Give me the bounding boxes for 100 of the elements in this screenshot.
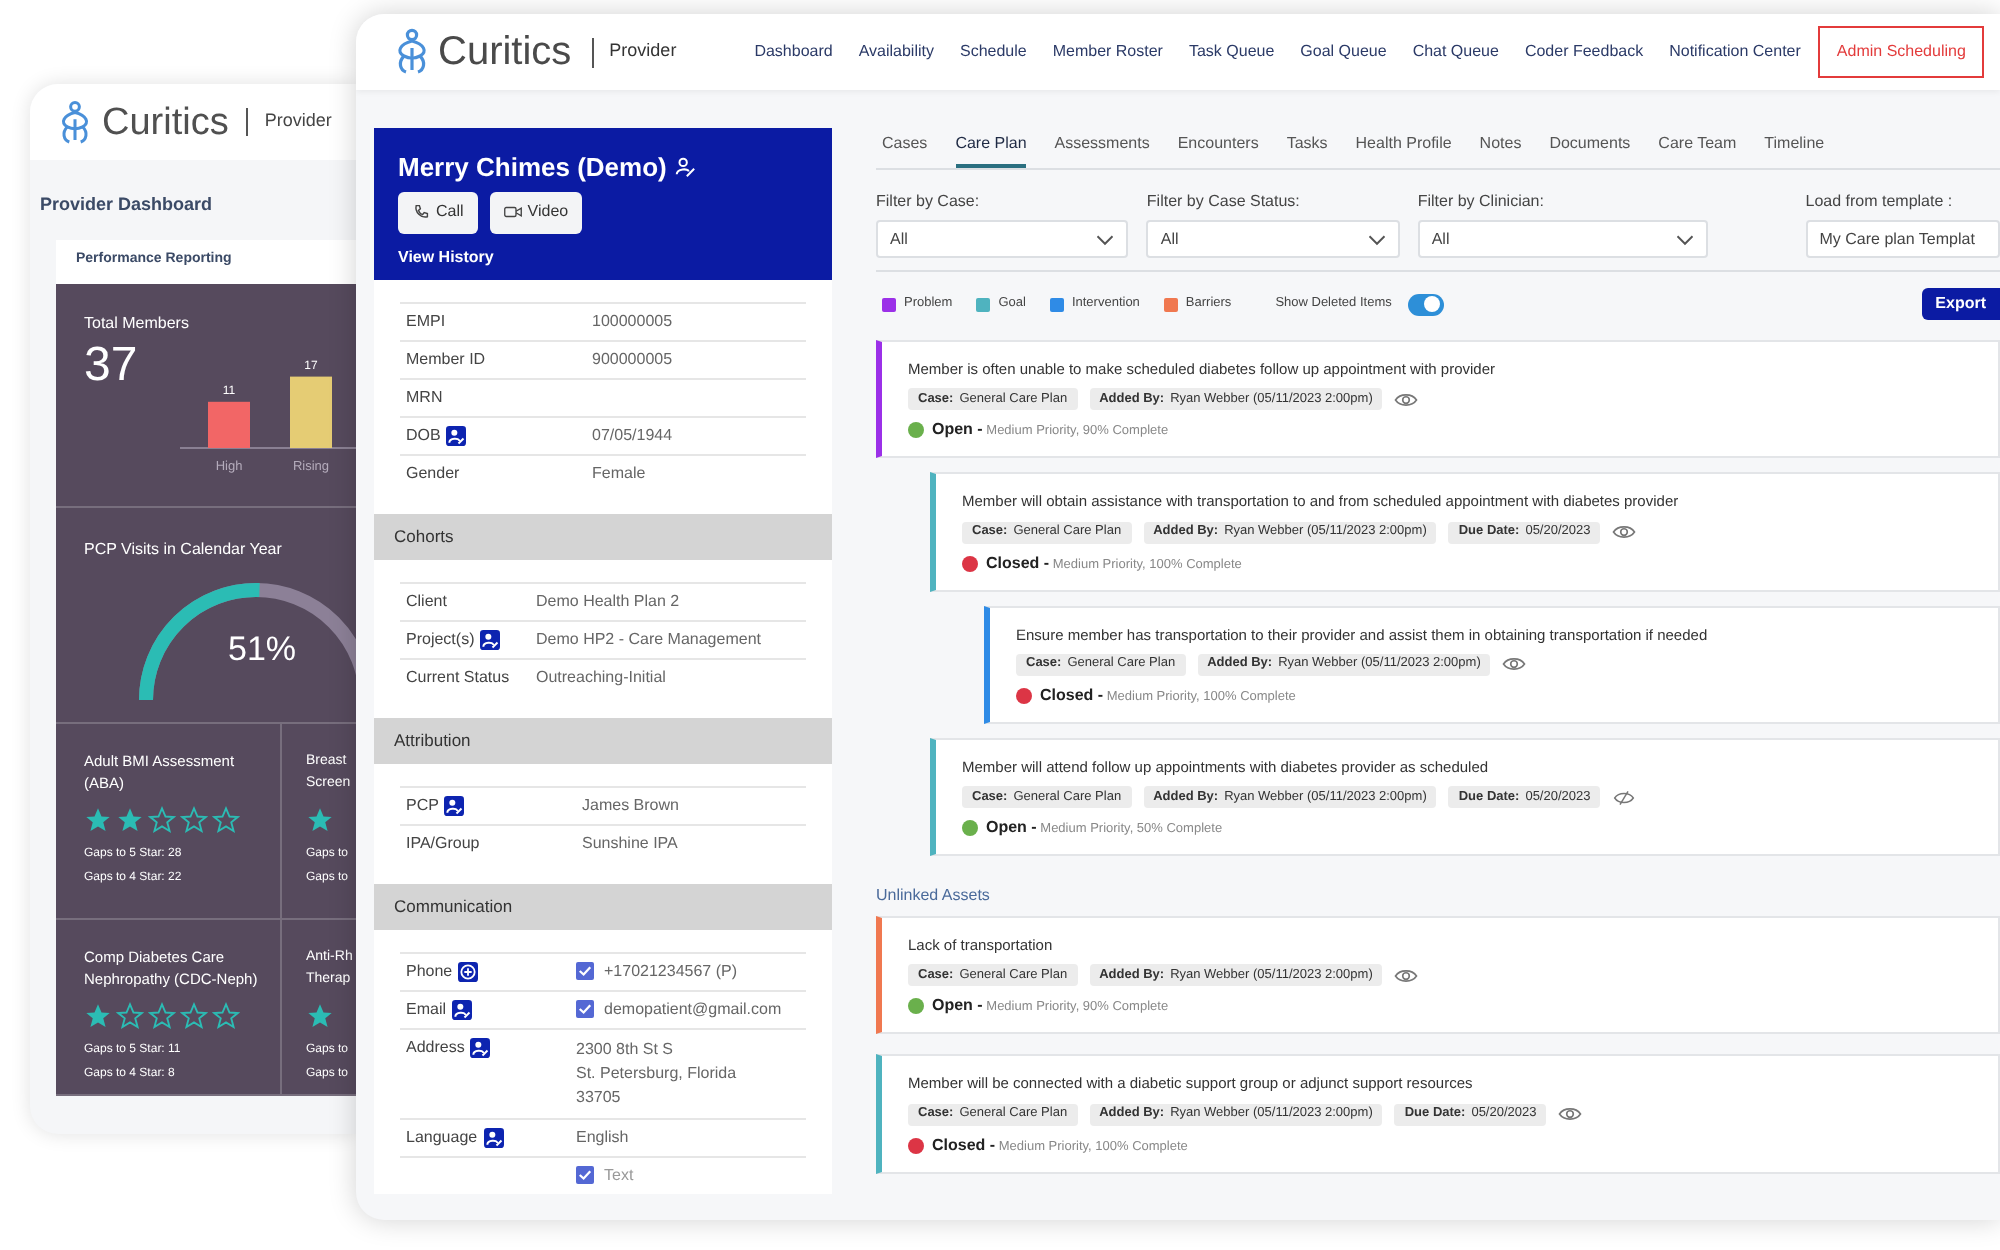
star-icon — [116, 805, 144, 833]
field-value: 2300 8th St S — [576, 1038, 675, 1062]
brand-name: Curitics — [102, 103, 229, 141]
section-header: Cohorts — [374, 514, 832, 560]
filter-label: Load from template : — [1805, 190, 1955, 214]
checkbox[interactable] — [576, 1166, 594, 1184]
section-header: Communication — [374, 884, 832, 930]
eye-slash-icon[interactable] — [1612, 789, 1637, 805]
eye-icon[interactable] — [1394, 967, 1419, 984]
nav-link[interactable]: Availability — [858, 40, 934, 64]
user-edit-icon[interactable] — [483, 1128, 504, 1148]
field-value: 100000005 — [592, 312, 673, 332]
star-icon — [148, 1001, 176, 1029]
field-value: James Brown — [582, 796, 679, 816]
nav-link[interactable]: Dashboard — [754, 40, 833, 64]
field-label: Gender — [406, 464, 460, 484]
field-value: Text — [604, 1166, 634, 1186]
select-field[interactable]: All — [1146, 220, 1400, 258]
chevron-down-icon — [1367, 233, 1386, 245]
eye-icon[interactable] — [1558, 1106, 1583, 1122]
add-icon[interactable] — [458, 962, 479, 982]
bar — [290, 375, 332, 447]
field-label: EMPI — [406, 312, 446, 332]
star-icon — [180, 805, 208, 833]
template-field[interactable]: My Care plan Templat — [1805, 220, 2000, 258]
field-label: Phone — [406, 962, 453, 982]
checkbox[interactable] — [576, 962, 594, 980]
nav-link[interactable]: Notification Center — [1669, 40, 1801, 64]
field-value: 33705 — [576, 1086, 623, 1110]
field-label: Member ID — [406, 350, 486, 370]
tab[interactable]: Tasks — [1286, 128, 1328, 168]
chevron-down-icon — [1675, 233, 1694, 245]
star-icon — [148, 805, 176, 833]
brand-name: Curitics — [438, 32, 572, 72]
field-value: +17021234567 (P) — [604, 962, 737, 982]
star-icon — [306, 1001, 334, 1029]
field-label: Email — [406, 1000, 447, 1020]
select-field[interactable]: All — [1417, 220, 1708, 258]
field-value: Demo HP2 - Care Management — [536, 630, 761, 650]
field-label: Client — [406, 592, 447, 612]
field-value: Outreaching-Initial — [536, 668, 666, 688]
tab[interactable]: Care Plan — [955, 128, 1027, 168]
phone-icon — [412, 204, 430, 220]
nav-link[interactable]: Task Queue — [1188, 40, 1275, 64]
stat-label: PCP Visits in Calendar Year — [82, 537, 284, 561]
star-icon — [84, 805, 112, 833]
nav-link[interactable]: Coder Feedback — [1524, 40, 1644, 64]
user-edit-icon[interactable] — [470, 1038, 491, 1058]
star-icon — [116, 1001, 144, 1029]
tab[interactable]: Health Profile — [1355, 128, 1452, 168]
user-edit-icon[interactable] — [446, 426, 467, 446]
nav-link[interactable]: Member Roster — [1052, 40, 1163, 64]
video-camera-icon — [503, 204, 522, 220]
view-history-link[interactable]: View History — [398, 245, 494, 269]
filter-label: Filter by Case Status: — [1146, 190, 1302, 214]
tab[interactable]: Assessments — [1054, 128, 1150, 168]
field-label: Current Status — [406, 668, 510, 688]
logo-icon — [392, 28, 432, 76]
tab[interactable]: Timeline — [1764, 128, 1825, 168]
section-header: Attribution — [374, 718, 832, 764]
field-value: demopatient@gmail.com — [604, 1000, 782, 1020]
field-label: PCP — [406, 796, 439, 816]
bar — [208, 400, 250, 447]
toggle-switch[interactable] — [1407, 293, 1444, 315]
user-edit-icon[interactable] — [480, 630, 501, 650]
field-label: IPA/Group — [406, 834, 480, 854]
nav-link[interactable]: Goal Queue — [1300, 40, 1387, 64]
user-edit-icon — [674, 156, 697, 179]
user-edit-icon[interactable] — [452, 1000, 473, 1020]
export-button[interactable]: Export — [1921, 288, 2000, 320]
select-field[interactable]: All — [876, 220, 1129, 258]
eye-icon[interactable] — [1612, 524, 1637, 540]
nav-link[interactable]: Chat Queue — [1412, 40, 1499, 64]
nav-link[interactable]: Schedule — [959, 40, 1027, 64]
tab[interactable]: Care Team — [1658, 128, 1737, 168]
field-label: DOB — [406, 426, 441, 446]
stat-label: Total Members — [84, 313, 191, 333]
product-label: Provider — [264, 108, 332, 135]
star-icon — [306, 805, 334, 833]
field-label: Project(s) — [406, 630, 475, 650]
checkbox[interactable] — [576, 1000, 594, 1018]
eye-icon[interactable] — [1502, 656, 1527, 673]
stat-value: 37 — [84, 341, 140, 389]
star-icon — [180, 1001, 208, 1029]
video-button[interactable]: Video — [489, 191, 583, 233]
field-value: Demo Health Plan 2 — [536, 592, 680, 612]
field-value: St. Petersburg, Florida — [576, 1062, 737, 1086]
tab[interactable]: Cases — [882, 128, 928, 168]
star-icon — [212, 805, 240, 833]
field-value: Sunshine IPA — [582, 834, 678, 854]
user-edit-icon[interactable] — [444, 796, 465, 816]
star-icon — [84, 1001, 112, 1029]
page-title: Provider Dashboard — [40, 192, 215, 218]
eye-icon[interactable] — [1394, 391, 1419, 408]
call-button[interactable]: Call — [398, 191, 478, 233]
filter-label: Filter by Case: — [876, 190, 982, 214]
tab[interactable]: Encounters — [1177, 128, 1259, 168]
tab[interactable]: Documents — [1549, 128, 1631, 168]
logo-icon — [56, 99, 94, 145]
tab[interactable]: Notes — [1479, 128, 1522, 168]
